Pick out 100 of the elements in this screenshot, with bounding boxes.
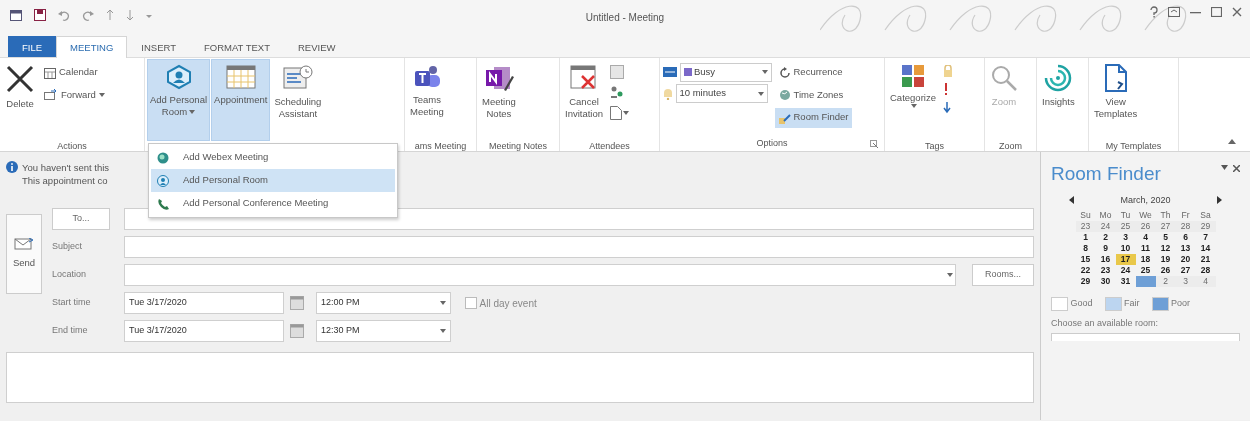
calendar-day[interactable]: 20 <box>1175 253 1196 265</box>
calendar-day[interactable]: 25 <box>1115 220 1136 232</box>
time-dropdown[interactable]: 12:00 PM <box>316 292 451 314</box>
previous-icon[interactable] <box>1069 196 1074 205</box>
calendar-day[interactable]: 22 <box>1075 264 1096 276</box>
ribbon-button[interactable]: Forward <box>40 85 109 105</box>
ribbon-button[interactable]: Recurrence <box>774 62 853 83</box>
ribbon-button[interactable]: Categorize <box>888 60 938 140</box>
calendar-day[interactable]: 2 <box>1155 275 1176 287</box>
calendar-day[interactable]: 8 <box>1075 242 1096 254</box>
calendar-day[interactable]: 5 <box>1155 231 1176 243</box>
ribbon-button[interactable]: Calendar <box>40 62 109 83</box>
ribbon-button[interactable]: Meeting Notes <box>480 60 518 140</box>
ribbon-button[interactable]: View Templates <box>1092 60 1140 140</box>
calendar-day[interactable]: 17 <box>1115 253 1136 265</box>
weekday-label: We <box>1138 209 1153 221</box>
save-icon[interactable] <box>34 9 46 21</box>
time-dropdown[interactable]: 12:30 PM <box>316 320 451 342</box>
calendar-day[interactable]: 10 <box>1115 242 1136 254</box>
group-label: Zoom <box>999 141 1022 151</box>
menu-item[interactable]: Add Personal Conference Meeting <box>151 192 395 215</box>
calendar-day[interactable]: 27 <box>1155 220 1176 232</box>
free-busy-icon <box>663 67 677 77</box>
ribbon-button[interactable]: Cancel Invitation <box>563 60 606 140</box>
ribbon-button[interactable]: Appointment <box>212 60 270 140</box>
calendar-day[interactable]: 13 <box>1175 242 1196 254</box>
calendar-day[interactable]: 19 <box>1155 253 1176 265</box>
to-button[interactable]: To... <box>52 208 110 230</box>
calendar-day[interactable]: 7 <box>1195 231 1216 243</box>
calendar-day[interactable]: 29 <box>1195 220 1216 232</box>
calendar-day[interactable]: 6 <box>1175 231 1196 243</box>
up-arrow-icon[interactable] <box>106 9 114 21</box>
date-field[interactable]: Tue 3/17/2020 <box>124 292 284 314</box>
ribbon-button[interactable]: Add Personal Room <box>148 60 210 140</box>
calendar-day[interactable]: 15 <box>1075 253 1096 265</box>
menu-item[interactable]: Add Webex Meeting <box>151 146 395 169</box>
maximize-icon[interactable] <box>1211 7 1222 17</box>
weekday-label: Fr <box>1180 209 1191 221</box>
calendar-day[interactable]: 29 <box>1075 275 1096 287</box>
calendar-day[interactable]: 26 <box>1155 264 1176 276</box>
category-grid-icon <box>900 64 925 88</box>
calendar-day[interactable]: 23 <box>1075 220 1096 232</box>
dropdown[interactable]: Busy <box>679 62 772 82</box>
ribbon-tab[interactable]: INSERT <box>127 36 190 57</box>
menu-item[interactable]: Add Personal Room <box>151 169 395 192</box>
dropdown[interactable]: 10 minutes <box>675 84 768 103</box>
undo-icon[interactable] <box>58 9 70 21</box>
calendar-day[interactable]: 28 <box>1175 220 1196 232</box>
next-icon[interactable] <box>1217 196 1222 205</box>
ribbon-button[interactable]: Delete <box>3 60 37 140</box>
calendar-day[interactable]: 25 <box>1135 264 1156 276</box>
ribbon-button[interactable]: Time Zones <box>774 85 853 105</box>
calendar-day[interactable]: 3 <box>1115 231 1136 243</box>
calendar-day[interactable] <box>1135 275 1156 287</box>
ribbon-tab[interactable]: MEETING <box>56 36 128 58</box>
calendar-day[interactable]: 27 <box>1175 264 1196 276</box>
subject-field[interactable] <box>124 236 1034 258</box>
date-field[interactable]: Tue 3/17/2020 <box>124 320 284 342</box>
close-icon[interactable] <box>1233 165 1240 172</box>
ribbon-button[interactable]: Scheduling Assistant <box>272 60 324 140</box>
send-button[interactable]: Send <box>6 214 42 294</box>
close-icon[interactable] <box>1232 7 1242 17</box>
rooms-button[interactable]: Rooms... <box>972 264 1034 286</box>
calendar-day[interactable]: 24 <box>1115 264 1136 276</box>
calendar-day[interactable]: 3 <box>1175 275 1196 287</box>
caret-icon[interactable] <box>1221 165 1228 170</box>
help-icon[interactable] <box>1150 6 1158 18</box>
redo-icon[interactable] <box>82 9 94 21</box>
ribbon-tab[interactable]: FORMAT TEXT <box>190 36 284 57</box>
dialog-launcher-icon[interactable] <box>870 140 878 148</box>
calendar-day[interactable]: 28 <box>1195 264 1216 276</box>
calendar-day[interactable]: 18 <box>1135 253 1156 265</box>
calendar-day[interactable]: 12 <box>1155 242 1176 254</box>
calendar-day[interactable]: 4 <box>1135 231 1156 243</box>
calendar-day[interactable]: 23 <box>1095 264 1116 276</box>
calendar-day[interactable]: 1 <box>1075 231 1096 243</box>
down-arrow-icon[interactable] <box>126 9 134 21</box>
calendar-day[interactable]: 24 <box>1095 220 1116 232</box>
calendar-day[interactable]: 2 <box>1095 231 1116 243</box>
file-tab[interactable]: FILE <box>8 36 57 57</box>
calendar-day[interactable]: 14 <box>1195 242 1216 254</box>
calendar-day[interactable]: 31 <box>1115 275 1136 287</box>
ribbon-button[interactable]: Insights <box>1040 60 1077 140</box>
ribbon-button[interactable]: Teams Meeting <box>408 60 446 140</box>
calendar-day[interactable]: 30 <box>1095 275 1116 287</box>
location-field[interactable] <box>124 264 956 286</box>
insights-icon <box>1044 64 1073 92</box>
ribbon-display-icon[interactable] <box>1168 7 1180 17</box>
field-label: End time <box>52 324 89 338</box>
ribbon-tab[interactable]: REVIEW <box>284 36 350 57</box>
calendar-icon[interactable] <box>10 9 22 21</box>
calendar-day[interactable]: 9 <box>1095 242 1116 254</box>
calendar-day[interactable]: 4 <box>1195 275 1216 287</box>
checkbox[interactable] <box>465 297 477 309</box>
calendar-day[interactable]: 16 <box>1095 253 1116 265</box>
calendar-day[interactable]: 11 <box>1135 242 1156 254</box>
calendar-day[interactable]: 26 <box>1135 220 1156 232</box>
ribbon-button[interactable]: Room Finder <box>774 107 853 128</box>
calendar-day[interactable]: 21 <box>1195 253 1216 265</box>
icon-button[interactable] <box>608 103 632 122</box>
